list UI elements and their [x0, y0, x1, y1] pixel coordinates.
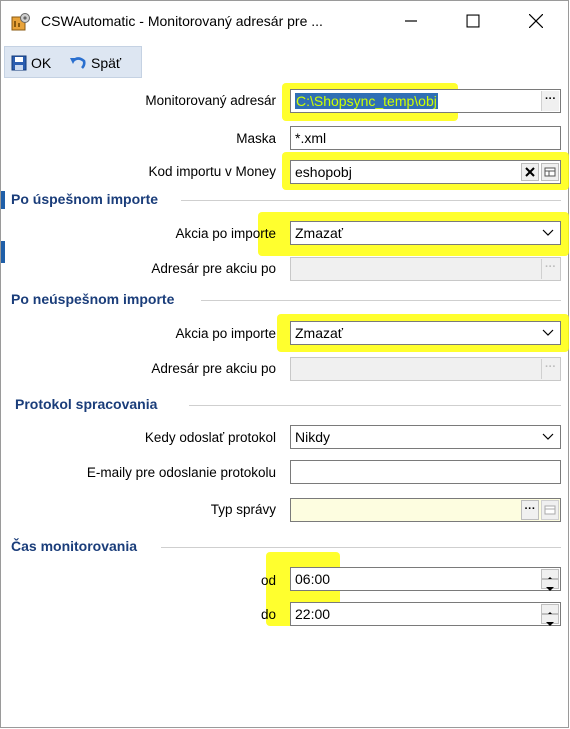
time-from-spinner[interactable]: [541, 569, 559, 591]
back-label: Späť: [91, 55, 122, 71]
protocol-send-label: Kedy odoslať protokol: [144, 430, 276, 445]
protocol-emails-field[interactable]: [290, 460, 561, 484]
success-dir-label: Adresár pre akciu po: [151, 261, 276, 276]
protocol-emails-label: E-maily pre odoslanie protokolu: [86, 465, 276, 480]
time-to-value: 22:00: [295, 606, 331, 622]
time-from-field[interactable]: 06:00: [290, 567, 561, 591]
chevron-down-icon: [542, 229, 554, 236]
failure-dir-browse-button[interactable]: ···: [541, 359, 559, 379]
dialog-window: CSWAutomatic - Monitorovaný adresár pre …: [0, 0, 569, 728]
close-icon: [529, 14, 543, 28]
background-window-edge: [1, 191, 5, 209]
table-lookup-icon: [544, 167, 556, 177]
protocol-send-value: Nikdy: [295, 429, 331, 445]
msgtype-lookup-button[interactable]: [541, 500, 559, 520]
failure-action-select[interactable]: Zmazať: [290, 321, 561, 345]
save-icon: [11, 55, 27, 71]
app-icon: [11, 12, 31, 32]
monitor-dir-field[interactable]: C:\Shopsync_temp\obj ···: [290, 89, 561, 113]
import-code-label: Kod importu v Money: [148, 164, 276, 179]
maximize-icon: [466, 14, 480, 28]
close-button[interactable]: [506, 1, 566, 41]
table-lookup-icon: [544, 505, 556, 515]
import-code-field[interactable]: eshopobj: [290, 160, 561, 184]
toolbar: OK Späť: [4, 46, 142, 78]
section-failure-heading: Po neúspešnom importe: [11, 291, 175, 307]
protocol-send-select[interactable]: Nikdy: [290, 425, 561, 449]
spin-down-icon: [546, 622, 554, 626]
time-to-label: do: [260, 607, 276, 622]
lookup-button[interactable]: [541, 163, 559, 181]
failure-dir-label: Adresár pre akciu po: [151, 361, 276, 376]
success-action-select[interactable]: Zmazať: [290, 221, 561, 245]
clear-x-icon: [525, 167, 535, 177]
minimize-button[interactable]: [381, 1, 441, 41]
spin-down-icon: [546, 587, 554, 591]
section-time-heading: Čas monitorovania: [11, 538, 138, 554]
time-to-field[interactable]: 22:00: [290, 602, 561, 626]
time-from-value: 06:00: [295, 571, 331, 587]
section-divider: [201, 300, 561, 301]
failure-action-value: Zmazať: [295, 325, 344, 341]
success-action-value: Zmazať: [295, 225, 344, 241]
import-code-value: eshopobj: [295, 164, 352, 180]
title-bar: CSWAutomatic - Monitorovaný adresár pre …: [1, 1, 568, 41]
browse-button[interactable]: ···: [541, 91, 559, 111]
undo-icon: [70, 57, 86, 69]
protocol-msgtype-label: Typ správy: [210, 502, 276, 517]
mask-value: *.xml: [295, 130, 327, 146]
section-divider: [161, 547, 561, 548]
success-dir-browse-button[interactable]: ···: [541, 259, 559, 279]
mask-label: Maska: [236, 131, 276, 146]
maximize-button[interactable]: [443, 1, 503, 41]
minimize-icon: [405, 20, 417, 22]
protocol-msgtype-field[interactable]: ···: [290, 498, 561, 522]
monitor-dir-value: C:\Shopsync_temp\obj: [295, 93, 438, 109]
background-window-edge: [1, 241, 5, 263]
mask-field[interactable]: *.xml: [290, 126, 561, 150]
success-dir-field[interactable]: ···: [290, 257, 561, 281]
time-to-spinner[interactable]: [541, 604, 559, 626]
clear-button[interactable]: [521, 163, 539, 181]
msgtype-browse-button[interactable]: ···: [521, 500, 539, 520]
failure-dir-field[interactable]: ···: [290, 357, 561, 381]
section-divider: [189, 405, 561, 406]
back-button[interactable]: Späť: [69, 52, 121, 74]
success-action-label: Akcia po importe: [175, 226, 276, 241]
section-divider: [181, 200, 561, 201]
failure-action-label: Akcia po importe: [175, 326, 276, 341]
ok-button[interactable]: OK: [11, 52, 51, 74]
monitor-dir-label: Monitorovaný adresár: [145, 93, 276, 108]
chevron-down-icon: [542, 329, 554, 336]
window-title: CSWAutomatic - Monitorovaný adresár pre …: [41, 13, 323, 29]
chevron-down-icon: [542, 433, 554, 440]
section-protocol-heading: Protokol spracovania: [15, 396, 158, 412]
time-from-label: od: [260, 573, 276, 588]
section-success-heading: Po úspešnom importe: [11, 191, 159, 207]
ok-label: OK: [31, 55, 52, 71]
